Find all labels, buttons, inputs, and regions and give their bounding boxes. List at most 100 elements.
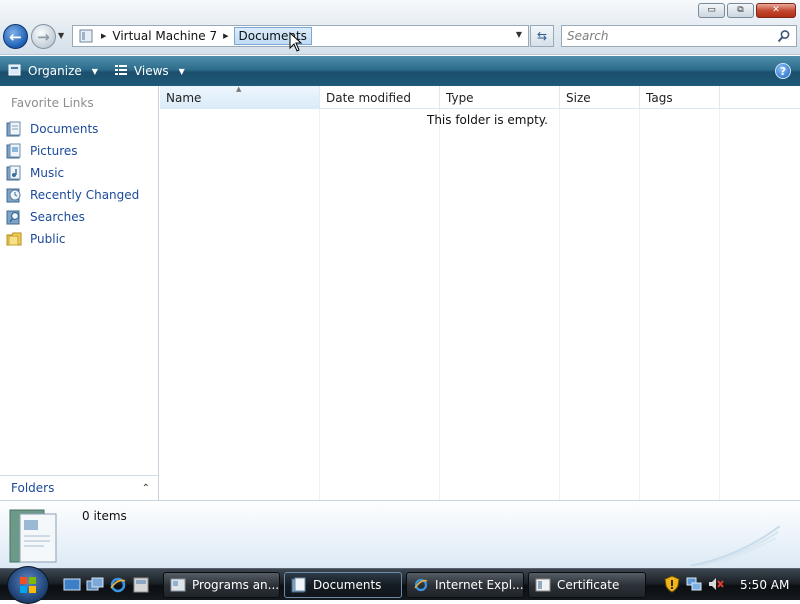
security-shield-icon[interactable] (664, 575, 680, 593)
explorer-title-bar: ▭ ⧉ ✕ ← → ▼ ▶ Virtual Machine 7 ▶ Docume… (0, 0, 800, 55)
favorite-link-label: Documents (30, 122, 99, 136)
public-folder-icon (6, 232, 22, 246)
show-desktop-icon[interactable] (63, 576, 81, 594)
taskbar-button-label: Documents (313, 578, 382, 592)
internet-explorer-icon (414, 578, 428, 592)
details-pane: 0 items (0, 500, 800, 568)
windows-logo-icon (20, 577, 36, 593)
taskbar-button-label: Programs an... (192, 578, 280, 592)
mouse-cursor-icon (289, 32, 303, 52)
views-dropdown-icon: ▼ (178, 66, 185, 76)
item-count: 0 items (82, 509, 127, 523)
folders-toggle[interactable]: Folders ⌃ (0, 475, 158, 500)
chevron-up-icon: ⌃ (141, 482, 150, 494)
command-bar: Organize ▼ Views ▼ ? (0, 56, 800, 86)
organize-label: Organize (28, 64, 82, 78)
switch-windows-icon[interactable] (86, 576, 104, 594)
taskbar-button-internet-explorer[interactable]: Internet Expl... (406, 572, 524, 598)
column-divider (719, 109, 720, 500)
taskbar-button-certificate[interactable]: Certificate (528, 572, 646, 598)
maximize-button[interactable]: ⧉ (727, 3, 754, 18)
address-dropdown-icon[interactable]: ▼ (516, 30, 522, 39)
computer-folder-icon (77, 28, 95, 44)
column-header-label: Date modified (326, 90, 412, 105)
favorite-links-list: Documents Pictures Music Recently Change… (6, 118, 139, 250)
music-icon (6, 165, 21, 181)
column-headers: ▲ Name Date modified Type Size Tags (160, 85, 800, 109)
internet-explorer-icon[interactable] (109, 576, 127, 594)
column-header-label: Name (166, 90, 202, 105)
taskbar-button-label: Internet Expl... (435, 578, 524, 592)
search-box[interactable] (561, 25, 797, 47)
favorite-link-pictures[interactable]: Pictures (6, 140, 139, 162)
favorite-link-label: Pictures (30, 144, 78, 158)
column-header-label: Tags (646, 90, 673, 105)
folders-label: Folders (11, 481, 55, 495)
documents-icon (6, 121, 21, 137)
favorite-link-recently-changed[interactable]: Recently Changed (6, 184, 139, 206)
documents-icon (291, 577, 306, 593)
empty-folder-message: This folder is empty. (427, 113, 548, 127)
column-divider (639, 109, 640, 500)
refresh-icon: ⇆ (536, 29, 548, 43)
organize-button[interactable]: Organize ▼ (0, 56, 106, 86)
favorite-link-label: Public (30, 232, 66, 246)
back-button[interactable]: ← (3, 24, 28, 49)
program-shortcut-icon[interactable] (132, 576, 150, 594)
column-header-name[interactable]: ▲ Name (160, 85, 320, 109)
taskbar: Programs an... Documents Internet Expl..… (0, 566, 800, 604)
favorite-link-public[interactable]: Public (6, 228, 139, 250)
window-controls: ▭ ⧉ ✕ (698, 3, 796, 18)
favorite-links-heading: Favorite Links (11, 96, 94, 110)
column-header-label: Type (446, 90, 474, 105)
taskbar-button-programs[interactable]: Programs an... (163, 572, 280, 598)
favorite-link-label: Music (30, 166, 65, 180)
column-divider (559, 109, 560, 500)
sort-ascending-icon: ▲ (236, 85, 242, 93)
breadcrumb-separator-icon[interactable]: ▶ (223, 32, 228, 40)
control-panel-icon (170, 578, 186, 592)
pictures-icon (6, 143, 21, 159)
favorite-link-music[interactable]: Music (6, 162, 139, 184)
recently-changed-icon (6, 188, 21, 203)
column-header-size[interactable]: Size (560, 86, 640, 109)
column-divider (439, 109, 440, 500)
network-icon[interactable] (686, 576, 702, 592)
taskbar-button-documents[interactable]: Documents (284, 572, 402, 598)
forward-button[interactable]: → (31, 24, 56, 49)
close-button[interactable]: ✕ (756, 3, 796, 18)
column-divider (319, 109, 320, 500)
favorite-link-label: Searches (30, 210, 85, 224)
column-header-label: Size (566, 90, 591, 105)
organize-icon (8, 63, 22, 80)
breadcrumb-virtual-machine[interactable]: Virtual Machine 7 (112, 29, 217, 43)
volume-muted-icon[interactable] (708, 576, 724, 592)
column-header-date-modified[interactable]: Date modified (320, 86, 440, 109)
organize-dropdown-icon: ▼ (91, 66, 98, 76)
navigation-pane: Favorite Links Documents Pictures Music … (0, 86, 159, 500)
minimize-button[interactable]: ▭ (698, 3, 725, 18)
search-icon[interactable] (777, 29, 791, 46)
recent-pages-dropdown[interactable]: ▼ (58, 31, 64, 40)
system-tray (664, 575, 724, 593)
views-button[interactable]: Views ▼ (106, 56, 193, 86)
file-list[interactable]: ▲ Name Date modified Type Size Tags This… (160, 85, 800, 500)
breadcrumb-separator-icon[interactable]: ▶ (101, 32, 106, 40)
favorite-link-label: Recently Changed (30, 188, 140, 202)
documents-folder-large-icon (9, 509, 57, 563)
quick-launch (63, 576, 150, 594)
search-input[interactable] (567, 29, 767, 43)
forward-arrow-icon: → (37, 27, 50, 46)
taskbar-clock[interactable]: 5:50 AM (740, 578, 789, 592)
views-icon (114, 63, 128, 80)
views-label: Views (133, 64, 169, 78)
favorite-link-documents[interactable]: Documents (6, 118, 139, 140)
refresh-button[interactable]: ⇆ (530, 25, 554, 47)
column-header-tags[interactable]: Tags (640, 86, 720, 109)
favorite-link-searches[interactable]: Searches (6, 206, 139, 228)
help-button[interactable]: ? (775, 63, 791, 79)
column-header-type[interactable]: Type (440, 86, 560, 109)
certificate-icon (535, 578, 551, 592)
start-button[interactable] (7, 566, 49, 604)
back-arrow-icon: ← (9, 27, 22, 46)
